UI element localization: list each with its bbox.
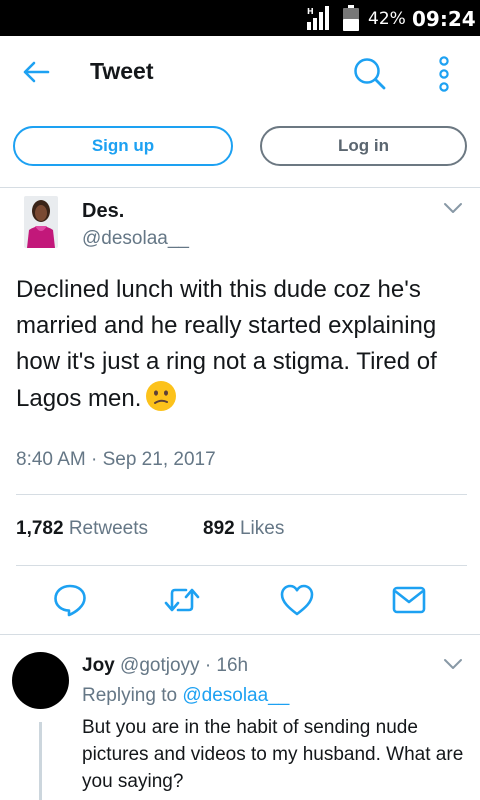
divider <box>16 494 467 495</box>
chevron-down-icon[interactable] <box>443 202 463 214</box>
author-handle[interactable]: @desolaa__ <box>82 228 189 250</box>
author-name[interactable]: Des. <box>82 200 124 223</box>
message-icon[interactable] <box>391 583 427 617</box>
confused-face-icon <box>146 381 177 411</box>
replying-to-label: Replying to <box>82 685 178 706</box>
back-arrow-icon[interactable] <box>22 60 50 84</box>
thread-line <box>39 722 42 800</box>
avatar[interactable] <box>12 652 69 709</box>
retweet-icon[interactable] <box>164 583 200 617</box>
tweet-text: Declined lunch with this dude coz he's m… <box>16 272 472 417</box>
reply-age: 16h <box>216 655 249 676</box>
svg-text:H: H <box>307 7 314 16</box>
reply-header: Joy @gotjoyy · 16h <box>82 655 248 677</box>
reply-author-handle[interactable]: @gotjoyy <box>120 655 200 676</box>
search-icon[interactable] <box>352 56 386 90</box>
auth-bar: Sign up Log in <box>0 110 480 188</box>
tweet-timestamp[interactable]: 8:40 AM · Sep 21, 2017 <box>16 449 216 471</box>
like-icon[interactable] <box>279 583 315 617</box>
separator: · <box>204 655 212 676</box>
likes-stat[interactable]: 892 Likes <box>203 518 284 540</box>
signup-button[interactable]: Sign up <box>13 126 233 166</box>
avatar-image <box>24 196 58 248</box>
tweet-body: Declined lunch with this dude coz he's m… <box>16 276 437 412</box>
retweets-stat[interactable]: 1,782 Retweets <box>16 518 148 540</box>
app-header: Tweet <box>0 36 480 110</box>
reply-icon[interactable] <box>52 583 88 617</box>
signal-icon: H <box>307 6 329 30</box>
retweets-count: 1,782 <box>16 518 64 539</box>
more-options-icon[interactable] <box>437 56 451 92</box>
likes-label: Likes <box>239 518 285 539</box>
status-bar: H 42% 09:24 <box>0 0 480 36</box>
section-divider <box>0 634 480 635</box>
clock: 09:24 <box>412 7 476 31</box>
mention-link[interactable]: @desolaa__ <box>182 685 289 706</box>
login-button[interactable]: Log in <box>260 126 467 166</box>
divider <box>16 565 467 566</box>
avatar[interactable] <box>24 196 58 248</box>
retweets-label: Retweets <box>68 518 149 539</box>
page-title: Tweet <box>90 58 154 84</box>
likes-count: 892 <box>203 518 235 539</box>
reply-text: But you are in the habit of sending nude… <box>82 717 464 792</box>
reply-author-name[interactable]: Joy <box>82 655 115 676</box>
battery-percent: 42% <box>368 9 406 29</box>
battery-icon <box>343 5 359 31</box>
replying-to: Replying to @desolaa__ <box>82 685 289 707</box>
chevron-down-icon[interactable] <box>443 658 463 670</box>
